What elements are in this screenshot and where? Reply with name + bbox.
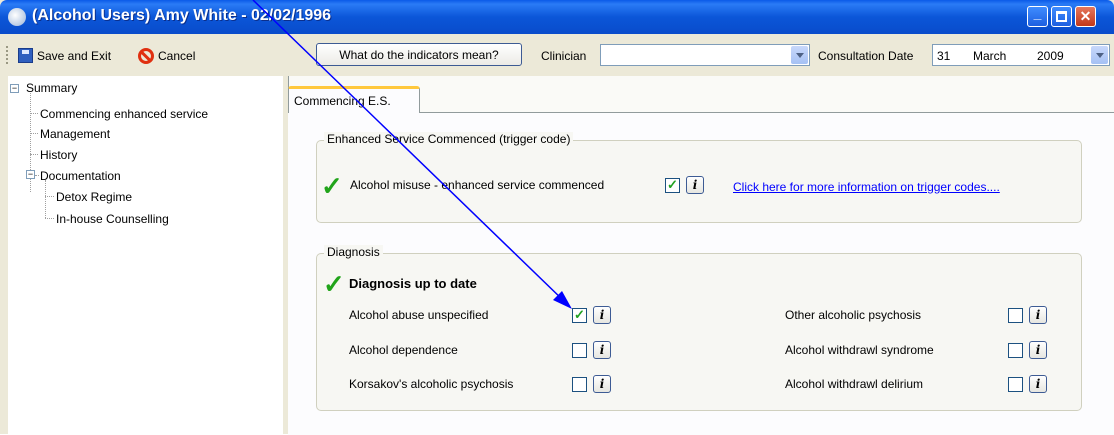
tree-line <box>30 154 38 155</box>
diagnosis-checkbox[interactable] <box>572 343 587 358</box>
tree-line <box>45 218 54 219</box>
diagnosis-checkbox[interactable] <box>1008 377 1023 392</box>
date-year[interactable]: 2009 <box>1037 49 1064 63</box>
tree-line <box>35 175 39 176</box>
info-icon[interactable]: i <box>1029 341 1047 359</box>
clinician-select[interactable] <box>600 44 810 66</box>
calendar-dropdown-icon[interactable] <box>1091 46 1108 64</box>
info-icon[interactable]: i <box>1029 375 1047 393</box>
minimize-icon: _ <box>1033 5 1042 21</box>
info-icon[interactable]: i <box>593 341 611 359</box>
diagnosis-label: Alcohol withdrawl delirium <box>785 377 924 391</box>
info-icon[interactable]: i <box>686 176 704 194</box>
tab-label: Commencing E.S. <box>294 94 391 108</box>
minimize-button[interactable]: _ <box>1027 5 1048 27</box>
diagnosis-label: Alcohol withdrawl syndrome <box>785 343 934 357</box>
info-icon[interactable]: i <box>593 306 611 324</box>
tree-item-history[interactable]: History <box>40 148 77 162</box>
app-logo-icon <box>8 8 26 26</box>
window-title: (Alcohol Users) Amy White - 02/02/1996 <box>32 7 332 24</box>
maximize-button[interactable] <box>1051 6 1072 27</box>
clinician-label: Clinician <box>541 49 587 63</box>
tree-item-counselling[interactable]: In-house Counselling <box>56 212 169 226</box>
trigger-codes-link[interactable]: Click here for more information on trigg… <box>733 180 1000 194</box>
close-icon: ✕ <box>1079 8 1092 24</box>
tree-item-detox[interactable]: Detox Regime <box>56 190 132 204</box>
tree-line <box>30 113 38 114</box>
diagnosis-checkbox[interactable] <box>572 307 587 323</box>
info-icon[interactable]: i <box>1029 306 1047 324</box>
diagnosis-label: Alcohol abuse unspecified <box>349 308 489 322</box>
indicators-button[interactable]: What do the indicators mean? <box>316 43 522 66</box>
diagnosis-legend: Diagnosis <box>324 245 383 259</box>
tree-item-documentation[interactable]: Documentation <box>40 169 121 183</box>
tree-item-management[interactable]: Management <box>40 127 110 141</box>
maximize-icon <box>1056 11 1067 22</box>
save-icon <box>18 48 33 63</box>
diagnosis-checkbox[interactable] <box>572 377 587 392</box>
cancel-label: Cancel <box>158 49 196 63</box>
tree-line <box>30 133 38 134</box>
enhanced-service-legend: Enhanced Service Commenced (trigger code… <box>324 132 574 146</box>
consultation-date-label: Consultation Date <box>818 49 914 63</box>
date-day[interactable]: 31 <box>937 49 950 63</box>
diagnosis-label: Other alcoholic psychosis <box>785 308 922 322</box>
diagnosis-label: Alcohol dependence <box>349 343 458 357</box>
title-bar: (Alcohol Users) Amy White - 02/02/1996 _… <box>0 0 1114 34</box>
navigation-tree: − Summary Commencing enhanced service Ma… <box>8 76 283 434</box>
close-window-button[interactable]: ✕ <box>1075 6 1096 27</box>
enhanced-service-checkbox[interactable] <box>665 177 680 193</box>
collapse-summary-icon[interactable]: − <box>10 84 19 93</box>
save-exit-button[interactable]: Save and Exit <box>18 48 111 63</box>
tree-line <box>45 180 46 218</box>
diagnosis-checkbox[interactable] <box>1008 308 1023 323</box>
cancel-button[interactable]: Cancel <box>138 48 195 64</box>
info-icon[interactable]: i <box>593 375 611 393</box>
status-check-icon: ✓ <box>323 269 345 299</box>
consultation-date-picker[interactable]: 31 March 2009 <box>932 44 1110 66</box>
enhanced-service-label: Alcohol misuse - enhanced service commen… <box>350 178 605 192</box>
chevron-down-icon[interactable] <box>791 46 808 64</box>
app-window: (Alcohol Users) Amy White - 02/02/1996 _… <box>0 0 1114 435</box>
collapse-documentation-icon[interactable]: − <box>26 170 35 179</box>
diagnosis-status: Diagnosis up to date <box>349 276 477 291</box>
diagnosis-checkbox[interactable] <box>1008 343 1023 358</box>
tree-item-summary[interactable]: Summary <box>26 81 77 95</box>
tree-item-commencing[interactable]: Commencing enhanced service <box>40 107 208 121</box>
save-exit-label: Save and Exit <box>37 48 112 63</box>
tree-line <box>45 196 54 197</box>
cancel-icon <box>138 48 154 64</box>
toolbar-grip[interactable] <box>6 46 12 64</box>
date-month[interactable]: March <box>973 49 1006 63</box>
status-check-icon: ✓ <box>321 171 343 201</box>
diagnosis-label: Korsakov's alcoholic psychosis <box>349 377 514 391</box>
toolbar: Save and Exit Cancel What do the indicat… <box>4 40 1114 70</box>
tab-commencing-es[interactable]: Commencing E.S. <box>288 86 420 113</box>
